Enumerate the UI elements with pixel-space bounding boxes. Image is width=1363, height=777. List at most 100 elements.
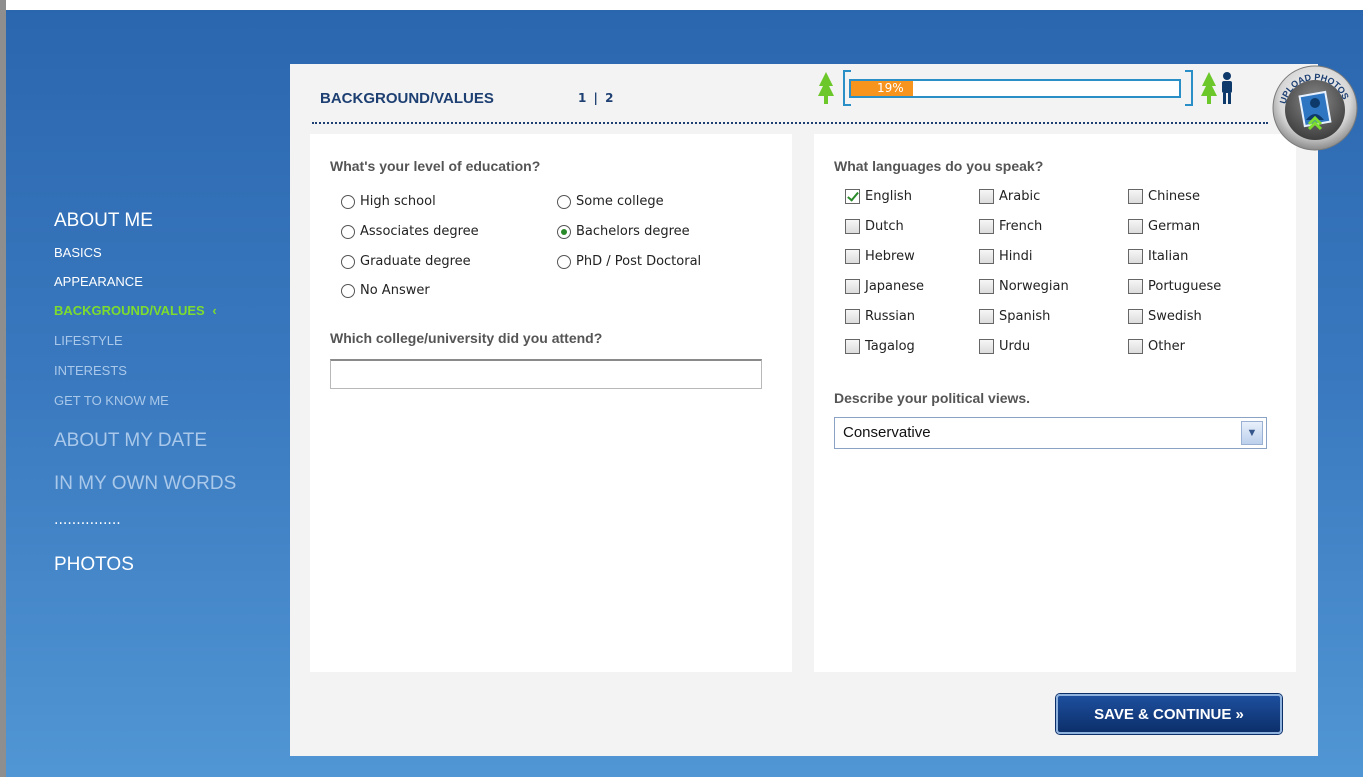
education-question: What's your level of education? [330,158,541,174]
nav-appearance[interactable]: APPEARANCE [54,274,143,289]
page-2-link[interactable]: 2 [605,91,613,105]
checkbox-english[interactable]: English [845,189,912,204]
radio-phd-circle[interactable] [557,254,571,269]
checkbox-chinese[interactable]: Chinese [1128,189,1200,204]
checkbox-label: French [999,219,1043,234]
radio-graduate-degree-circle[interactable] [341,254,355,269]
checkbox-label: Arabic [999,189,1041,204]
radio-bachelors-degree[interactable]: Bachelors degree [557,224,690,239]
checkbox-spanish[interactable]: Spanish [979,309,1050,324]
tree-icon [818,72,834,104]
window-edge [0,0,6,777]
checkbox-german[interactable]: German [1128,219,1200,234]
main-panel: BACKGROUND/VALUES 1 | 2 What's your leve… [290,64,1318,756]
checkbox-hebrew-box[interactable] [845,249,860,264]
progress-bar: 19% [849,79,1181,98]
checkbox-hindi[interactable]: Hindi [979,249,1033,264]
checkbox-swedish-box[interactable] [1128,309,1143,324]
checkbox-dutch[interactable]: Dutch [845,219,904,234]
page-1-link[interactable]: 1 [578,91,586,105]
checkbox-label: Chinese [1148,189,1200,204]
checkbox-label: Portuguese [1148,279,1222,294]
checkbox-label: Tagalog [865,339,915,354]
checkbox-dutch-box[interactable] [845,219,860,234]
checkbox-label: English [865,189,912,204]
nav-interests[interactable]: INTERESTS [54,363,127,378]
checkbox-russian[interactable]: Russian [845,309,915,324]
checkbox-label: Spanish [999,309,1051,324]
radio-high-school[interactable]: High school [341,194,436,209]
active-chevron-icon: ‹ [212,303,217,318]
nav-lifestyle[interactable]: LIFESTYLE [54,333,123,348]
checkbox-spanish-box[interactable] [979,309,994,324]
nav-photos[interactable]: PHOTOS [54,554,134,576]
progress-bracket-right [1185,70,1193,106]
checkbox-other[interactable]: Other [1128,339,1185,354]
checkbox-arabic-box[interactable] [979,189,994,204]
radio-some-college[interactable]: Some college [557,194,664,209]
upload-photos-icon: UPLOAD PHOTOS [1272,65,1358,151]
nav-background-values[interactable]: BACKGROUND/VALUES ‹ [54,303,217,318]
checkbox-german-box[interactable] [1128,219,1143,234]
nav-background-values-label: BACKGROUND/VALUES [54,303,205,318]
radio-label: PhD / Post Doctoral [576,254,702,269]
languages-card: What languages do you speak? English Ara… [814,134,1296,672]
checkbox-arabic[interactable]: Arabic [979,189,1040,204]
checkbox-french[interactable]: French [979,219,1042,234]
checkbox-portuguese[interactable]: Portuguese [1128,279,1221,294]
checkbox-other-box[interactable] [1128,339,1143,354]
chevron-down-icon[interactable]: ▼ [1241,421,1263,445]
checkbox-portuguese-box[interactable] [1128,279,1143,294]
checkbox-japanese[interactable]: Japanese [845,279,924,294]
radio-bachelors-degree-circle[interactable] [557,224,571,239]
college-input[interactable] [330,359,762,389]
page-separator: | [593,91,598,105]
checkbox-tagalog[interactable]: Tagalog [845,339,915,354]
checkbox-label: Russian [865,309,916,324]
checkbox-swedish[interactable]: Swedish [1128,309,1202,324]
radio-associates-degree-circle[interactable] [341,224,355,239]
checkbox-urdu[interactable]: Urdu [979,339,1030,354]
checkbox-hebrew[interactable]: Hebrew [845,249,915,264]
checkbox-label: Italian [1148,249,1189,264]
education-card: What's your level of education? High sch… [310,134,792,672]
nav-in-my-own-words[interactable]: IN MY OWN WORDS [54,473,236,495]
radio-label: Bachelors degree [576,224,690,239]
checkbox-chinese-box[interactable] [1128,189,1143,204]
checkbox-italian-box[interactable] [1128,249,1143,264]
radio-graduate-degree[interactable]: Graduate degree [341,254,471,269]
radio-some-college-circle[interactable] [557,194,571,209]
checkbox-norwegian[interactable]: Norwegian [979,279,1069,294]
nav-get-to-know-me[interactable]: GET TO KNOW ME [54,393,169,408]
checkbox-label: Urdu [999,339,1031,354]
radio-no-answer-circle[interactable] [341,283,355,298]
checkbox-label: Hindi [999,249,1033,264]
page-pager: 1 | 2 [578,91,613,105]
radio-associates-degree[interactable]: Associates degree [341,224,479,239]
checkbox-italian[interactable]: Italian [1128,249,1188,264]
progress-percent: 19% [877,81,904,95]
radio-label: Some college [576,194,664,209]
nav-basics[interactable]: BASICS [54,245,102,260]
radio-high-school-circle[interactable] [341,194,355,209]
checkbox-label: Japanese [865,279,925,294]
header-divider [312,122,1268,124]
nav-about-me[interactable]: ABOUT ME [54,210,153,232]
upload-photos-button[interactable]: UPLOAD PHOTOS [1271,64,1359,152]
checkbox-norwegian-box[interactable] [979,279,994,294]
checkbox-english-box[interactable] [845,189,860,204]
checkbox-urdu-box[interactable] [979,339,994,354]
radio-phd[interactable]: PhD / Post Doctoral [557,254,701,269]
checkbox-russian-box[interactable] [845,309,860,324]
nav-about-my-date[interactable]: ABOUT MY DATE [54,430,207,452]
checkbox-french-box[interactable] [979,219,994,234]
save-continue-button[interactable]: SAVE & CONTINUE » [1056,694,1282,734]
checkbox-hindi-box[interactable] [979,249,994,264]
radio-no-answer[interactable]: No Answer [341,283,430,298]
checkbox-label: Other [1148,339,1185,354]
political-views-value: Conservative [843,424,931,441]
political-views-select[interactable]: Conservative ▼ [834,417,1267,449]
radio-label: High school [360,194,436,209]
checkbox-japanese-box[interactable] [845,279,860,294]
checkbox-tagalog-box[interactable] [845,339,860,354]
